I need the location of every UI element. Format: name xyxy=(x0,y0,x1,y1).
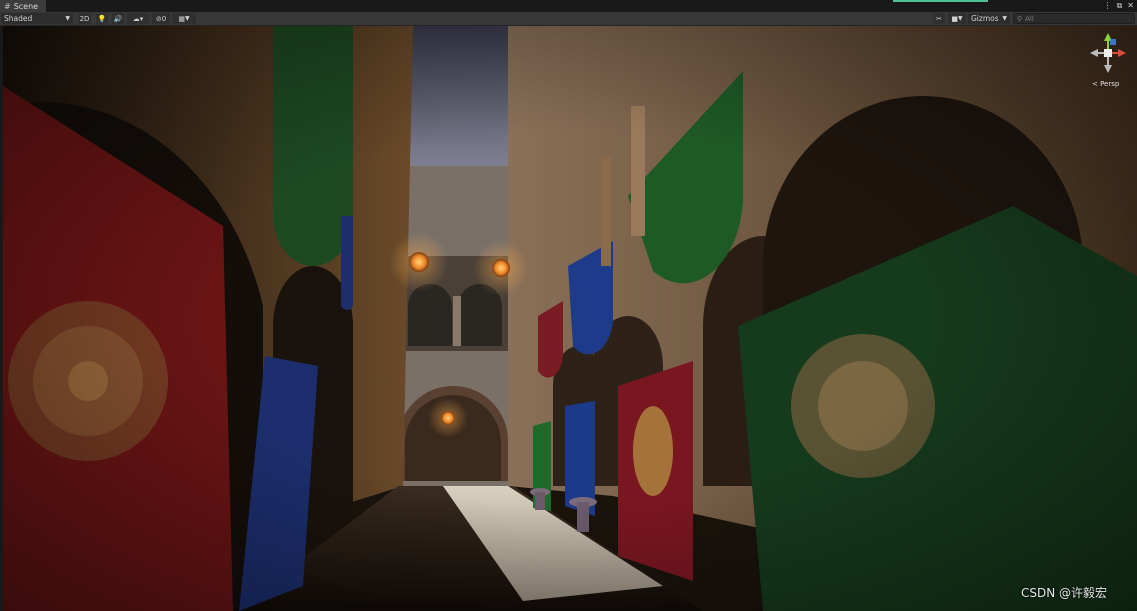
grid-icon: ▦ xyxy=(178,14,185,23)
maximize-icon[interactable]: ⧉ xyxy=(1117,1,1123,11)
hidden-count: 0 xyxy=(161,14,167,23)
shading-mode-dropdown[interactable]: Shaded ▼ xyxy=(1,13,73,24)
orientation-gizmo[interactable] xyxy=(1088,31,1128,75)
shading-mode-label: Shaded xyxy=(4,14,33,23)
audio-icon[interactable]: 🔊 xyxy=(112,13,124,24)
effects-icon[interactable]: ☁▾ xyxy=(127,13,149,24)
lighting-icon[interactable]: 💡 xyxy=(96,13,108,24)
vignette-overlay xyxy=(3,26,1137,611)
window-controls: ⋮ ⧉ ✕ xyxy=(1104,1,1134,11)
watermark: CSDN @许毅宏 xyxy=(1021,586,1108,600)
gizmo-neg-x-axis[interactable] xyxy=(1090,49,1098,57)
camera-icon: ■ xyxy=(951,14,958,23)
chevron-down-icon: ▼ xyxy=(1002,15,1007,22)
tab-scene[interactable]: # Scene xyxy=(0,0,46,12)
chevron-down-icon: ▼ xyxy=(65,15,70,22)
tools-icon[interactable]: ✂ xyxy=(933,13,945,24)
close-icon[interactable]: ✕ xyxy=(1127,1,1134,11)
search-input[interactable]: ⚲ All xyxy=(1013,13,1135,24)
play-mode-indicator xyxy=(893,0,988,2)
gizmo-neg-y-axis[interactable] xyxy=(1104,65,1112,73)
camera-settings-button[interactable]: ■ ▼ xyxy=(948,13,966,24)
grid-icon: # xyxy=(4,1,11,11)
chevron-down-icon: ▼ xyxy=(958,15,963,22)
search-placeholder: All xyxy=(1025,14,1034,23)
gizmo-z-axis[interactable] xyxy=(1110,39,1116,45)
scene-toolbar: Shaded ▼ 2D 💡 🔊 ☁▾ ⊘ 0 ▦ ▼ ✂ ■ ▼ Gizmos ▼ ⚲… xyxy=(0,12,1137,26)
toggle-2d-button[interactable]: 2D xyxy=(78,13,91,24)
more-options-icon[interactable]: ⋮ xyxy=(1104,1,1112,11)
gizmos-dropdown[interactable]: Gizmos ▼ xyxy=(968,13,1010,24)
gizmo-x-axis[interactable] xyxy=(1118,49,1126,57)
perspective-label[interactable]: < Persp xyxy=(1092,80,1119,88)
gizmos-label: Gizmos xyxy=(971,14,999,23)
search-icon: ⚲ xyxy=(1017,14,1023,23)
scene-viewport[interactable] xyxy=(3,26,1137,611)
hidden-objects-button[interactable]: ⊘ 0 xyxy=(152,13,170,24)
tab-strip: # Scene ⋮ ⧉ ✕ xyxy=(0,0,1137,12)
chevron-down-icon: ▼ xyxy=(185,15,190,22)
tab-scene-label: Scene xyxy=(13,1,39,11)
grid-toggle-button[interactable]: ▦ ▼ xyxy=(172,13,196,24)
gizmo-center[interactable] xyxy=(1104,49,1112,57)
